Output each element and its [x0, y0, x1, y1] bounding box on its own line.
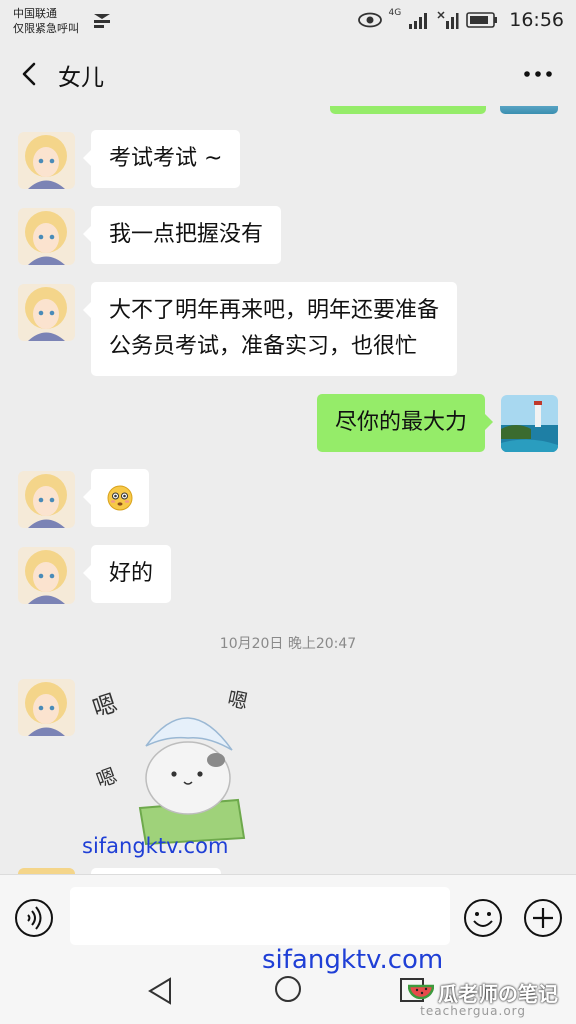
voice-icon[interactable] — [14, 898, 54, 938]
more-dots-icon[interactable] — [522, 64, 554, 84]
flushed-face-emoji-icon — [107, 485, 133, 511]
message-bubble[interactable]: 好的 — [82, 545, 172, 603]
chat-title: 女儿 — [58, 65, 104, 91]
partial-outgoing-bubble — [330, 106, 486, 114]
avatar-daughter[interactable] — [18, 284, 75, 341]
message-text: 尽你的最大力 — [334, 410, 467, 435]
brand-watermark-text: 瓜老师の笔记 — [438, 982, 558, 1006]
message-text-line1: 大不了明年再来吧，明年还要准备 — [109, 298, 440, 323]
emergency-only-label: 仅限紧急呼叫 — [13, 22, 79, 35]
domain-watermark: teachergua.org — [420, 1004, 526, 1018]
avatar-daughter[interactable] — [18, 208, 75, 265]
message-bubble[interactable]: 考试考试 ~ — [82, 130, 241, 188]
watermark-text: sifangktv.com — [262, 945, 444, 975]
network-type: 4G — [388, 8, 402, 18]
battery-icon — [466, 12, 498, 28]
nav-back-icon[interactable] — [146, 976, 174, 1006]
avatar-daughter[interactable] — [18, 132, 75, 189]
notification-icon — [94, 14, 110, 28]
watermelon-logo-icon — [408, 984, 434, 999]
message-text: 我一点把握没有 — [109, 222, 264, 247]
message-list[interactable]: 考试考试 ~ 我一点把握没有 大不了明年再来吧，明年还要准备 公务员考试，准备实… — [0, 106, 576, 874]
outgoing-message-bubble[interactable]: 尽你的最大力 — [316, 394, 494, 452]
message-text: 考试考试 ~ — [109, 146, 223, 171]
carrier-info: 中国联通 仅限紧急呼叫 — [13, 6, 79, 36]
status-bar: 中国联通 仅限紧急呼叫 4G 16:56 — [0, 0, 576, 42]
avatar-daughter[interactable] — [18, 679, 75, 736]
carrier-name: 中国联通 — [13, 7, 57, 20]
brand-watermark: 瓜老师の笔记 — [408, 978, 558, 1007]
message-bubble[interactable]: 我一点把握没有 — [82, 206, 282, 264]
emoji-icon[interactable] — [463, 898, 503, 938]
partial-self-avatar — [500, 106, 558, 114]
message-bubble[interactable] — [83, 469, 149, 527]
avatar-daughter[interactable] — [18, 547, 75, 604]
status-icons: 4G 16:56 — [357, 8, 564, 32]
no-sim-signal-icon — [437, 11, 459, 29]
message-timestamp: 10月20日 晚上20:47 — [219, 636, 357, 652]
watermark-text: sifangktv.com — [82, 834, 229, 858]
plus-icon[interactable] — [523, 898, 563, 938]
avatar-self[interactable] — [501, 395, 558, 452]
avatar-daughter[interactable] — [18, 471, 75, 528]
chat-header: 女儿 — [0, 42, 576, 106]
nav-home-icon[interactable] — [273, 974, 303, 1004]
chevron-left-icon[interactable] — [16, 60, 44, 88]
eye-icon — [357, 12, 382, 28]
message-text-line2: 公务员考试，准备实习，也很忙 — [109, 334, 418, 359]
message-input[interactable] — [70, 887, 450, 945]
signal-icon — [409, 13, 428, 29]
clock: 16:56 — [509, 9, 564, 31]
message-bubble[interactable]: 大不了明年再来吧，明年还要准备 公务员考试，准备实习，也很忙 — [82, 282, 458, 376]
message-text: 好的 — [109, 561, 154, 586]
sticker-message[interactable]: 嗯 嗯 嗯 — [88, 678, 268, 848]
